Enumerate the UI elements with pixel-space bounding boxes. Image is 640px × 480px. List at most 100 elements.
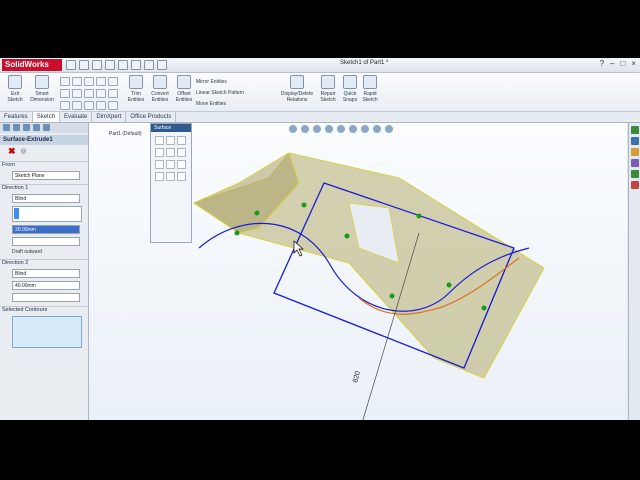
plane-icon[interactable] bbox=[72, 101, 82, 110]
point-icon[interactable] bbox=[108, 77, 118, 86]
offset-label: Offset Entities bbox=[175, 91, 193, 103]
undo-icon[interactable] bbox=[118, 60, 128, 70]
dimxpert-manager-icon[interactable] bbox=[33, 124, 40, 131]
cancel-icon[interactable]: ✖ bbox=[8, 146, 16, 157]
linear-pattern-command[interactable]: Linear Sketch Pattern bbox=[196, 90, 244, 96]
direction1-end-condition[interactable]: Blind bbox=[12, 194, 80, 203]
slot-icon[interactable] bbox=[72, 89, 82, 98]
convert-entities-button[interactable]: Convert Entities bbox=[148, 75, 172, 103]
model-graphics[interactable]: 820 bbox=[89, 123, 627, 420]
display-manager-icon[interactable] bbox=[43, 124, 50, 131]
chamfer-icon[interactable] bbox=[96, 101, 106, 110]
move-entities-command[interactable]: Move Entities bbox=[196, 101, 226, 107]
open-icon[interactable] bbox=[79, 60, 89, 70]
document-title: Sketch1 of Part1 * bbox=[340, 60, 389, 66]
sketch-point bbox=[416, 213, 422, 219]
rapid-sketch-button[interactable]: Rapid Sketch bbox=[358, 75, 382, 103]
select-icon[interactable] bbox=[131, 60, 141, 70]
exit-sketch-icon bbox=[8, 75, 22, 89]
direction2-draft-input[interactable] bbox=[12, 293, 80, 302]
direction2-end-condition[interactable]: Blind bbox=[12, 269, 80, 278]
rapid-sketch-label: Rapid Sketch bbox=[362, 91, 378, 103]
construction-icon[interactable] bbox=[108, 101, 118, 110]
config-manager-icon[interactable] bbox=[23, 124, 30, 131]
spline-icon[interactable] bbox=[96, 77, 106, 86]
smart-dimension-button[interactable]: Smart Dimension bbox=[30, 75, 54, 103]
mirror-entities-command[interactable]: Mirror Entities bbox=[196, 79, 227, 85]
new-icon[interactable] bbox=[66, 60, 76, 70]
arc-icon[interactable] bbox=[84, 77, 94, 86]
trim-entities-button[interactable]: Trim Entities bbox=[124, 75, 148, 103]
rapid-sketch-icon bbox=[363, 75, 377, 89]
help-button[interactable]: ? bbox=[600, 59, 604, 68]
file-explorer-icon[interactable] bbox=[631, 148, 639, 156]
solidworks-logo[interactable]: SolidWorks bbox=[2, 59, 62, 71]
solidworks-window: SolidWorks Sketch1 of Part1 * ? – □ × Ex… bbox=[0, 58, 640, 420]
relations-icon bbox=[290, 75, 304, 89]
repair-label: Repair Sketch bbox=[320, 91, 336, 103]
relations-label: Display/Delete Relations bbox=[280, 91, 314, 103]
tab-sketch[interactable]: Sketch bbox=[32, 112, 61, 122]
rectangle-icon[interactable] bbox=[60, 89, 70, 98]
offset-entities-button[interactable]: Offset Entities bbox=[172, 75, 196, 103]
direction1-vector-box[interactable] bbox=[12, 206, 82, 222]
snaps-icon bbox=[343, 75, 357, 89]
design-library-icon[interactable] bbox=[631, 137, 639, 145]
minimize-button[interactable]: – bbox=[610, 59, 614, 68]
options-icon[interactable] bbox=[157, 60, 167, 70]
convert-label: Convert Entities bbox=[151, 91, 169, 103]
maximize-button[interactable]: □ bbox=[620, 59, 625, 68]
property-manager: Surface-Extrude1 ✖ ◎ From Sketch Plane D… bbox=[0, 123, 89, 420]
property-manager-icon[interactable] bbox=[13, 124, 20, 131]
exit-sketch-label: Exit Sketch bbox=[7, 91, 23, 103]
print-icon[interactable] bbox=[105, 60, 115, 70]
ellipse-icon[interactable] bbox=[96, 89, 106, 98]
sketch-point bbox=[344, 233, 350, 239]
trim-label: Trim Entities bbox=[127, 91, 145, 103]
graphics-area[interactable]: Part1 (Default) Surface 820 bbox=[89, 123, 627, 420]
exit-sketch-button[interactable]: Exit Sketch bbox=[3, 75, 27, 103]
view-palette-icon[interactable] bbox=[631, 159, 639, 167]
trim-icon bbox=[129, 75, 143, 89]
from-section-label[interactable]: From bbox=[0, 161, 88, 168]
rebuild-icon[interactable] bbox=[144, 60, 154, 70]
tab-evaluate[interactable]: Evaluate bbox=[60, 112, 93, 122]
custom-properties-icon[interactable] bbox=[631, 181, 639, 189]
direction2-depth-input[interactable]: 40.00mm bbox=[12, 281, 80, 290]
selected-contours-label[interactable]: Selected Contours bbox=[0, 306, 88, 313]
circle-icon[interactable] bbox=[72, 77, 82, 86]
resources-icon[interactable] bbox=[631, 126, 639, 134]
dimension-label[interactable]: 820 bbox=[352, 370, 362, 383]
centerline-icon[interactable] bbox=[84, 101, 94, 110]
draft-angle-input[interactable] bbox=[12, 237, 80, 246]
line-icon[interactable] bbox=[60, 77, 70, 86]
appearances-icon[interactable] bbox=[631, 170, 639, 178]
direction2-section-label[interactable]: Direction 2 bbox=[0, 259, 88, 266]
fillet-icon[interactable] bbox=[60, 101, 70, 110]
quick-access-toolbar bbox=[66, 60, 167, 70]
title-bar: SolidWorks Sketch1 of Part1 * ? – □ × bbox=[0, 58, 640, 73]
command-manager: Exit Sketch Smart Dimension Trim Entitie… bbox=[0, 73, 640, 112]
smart-dimension-icon bbox=[35, 75, 49, 89]
save-icon[interactable] bbox=[92, 60, 102, 70]
tab-features[interactable]: Features bbox=[0, 112, 33, 122]
command-tabs: Features Sketch Evaluate DimXpert Office… bbox=[0, 112, 640, 123]
repair-icon bbox=[321, 75, 335, 89]
relations-button[interactable]: Display/Delete Relations bbox=[280, 75, 314, 103]
tab-dimxpert[interactable]: DimXpert bbox=[92, 112, 127, 122]
feature-tree-icon[interactable] bbox=[3, 124, 10, 131]
close-button[interactable]: × bbox=[631, 59, 636, 68]
text-icon[interactable] bbox=[108, 89, 118, 98]
direction1-depth-input[interactable]: 20.00mm bbox=[12, 225, 80, 234]
sketch-point bbox=[481, 305, 487, 311]
detail-preview-icon[interactable]: ◎ bbox=[21, 147, 27, 155]
draft-outward-checkbox[interactable]: Draft outward bbox=[12, 249, 88, 255]
direction1-section-label[interactable]: Direction 1 bbox=[0, 184, 88, 191]
sketch-point bbox=[301, 202, 307, 208]
polygon-icon[interactable] bbox=[84, 89, 94, 98]
feature-title: Surface-Extrude1 bbox=[0, 135, 88, 145]
selected-contours-box[interactable] bbox=[12, 316, 82, 348]
tab-office-products[interactable]: Office Products bbox=[126, 112, 177, 122]
repair-sketch-button[interactable]: Repair Sketch bbox=[316, 75, 340, 103]
from-select[interactable]: Sketch Plane bbox=[12, 171, 80, 180]
